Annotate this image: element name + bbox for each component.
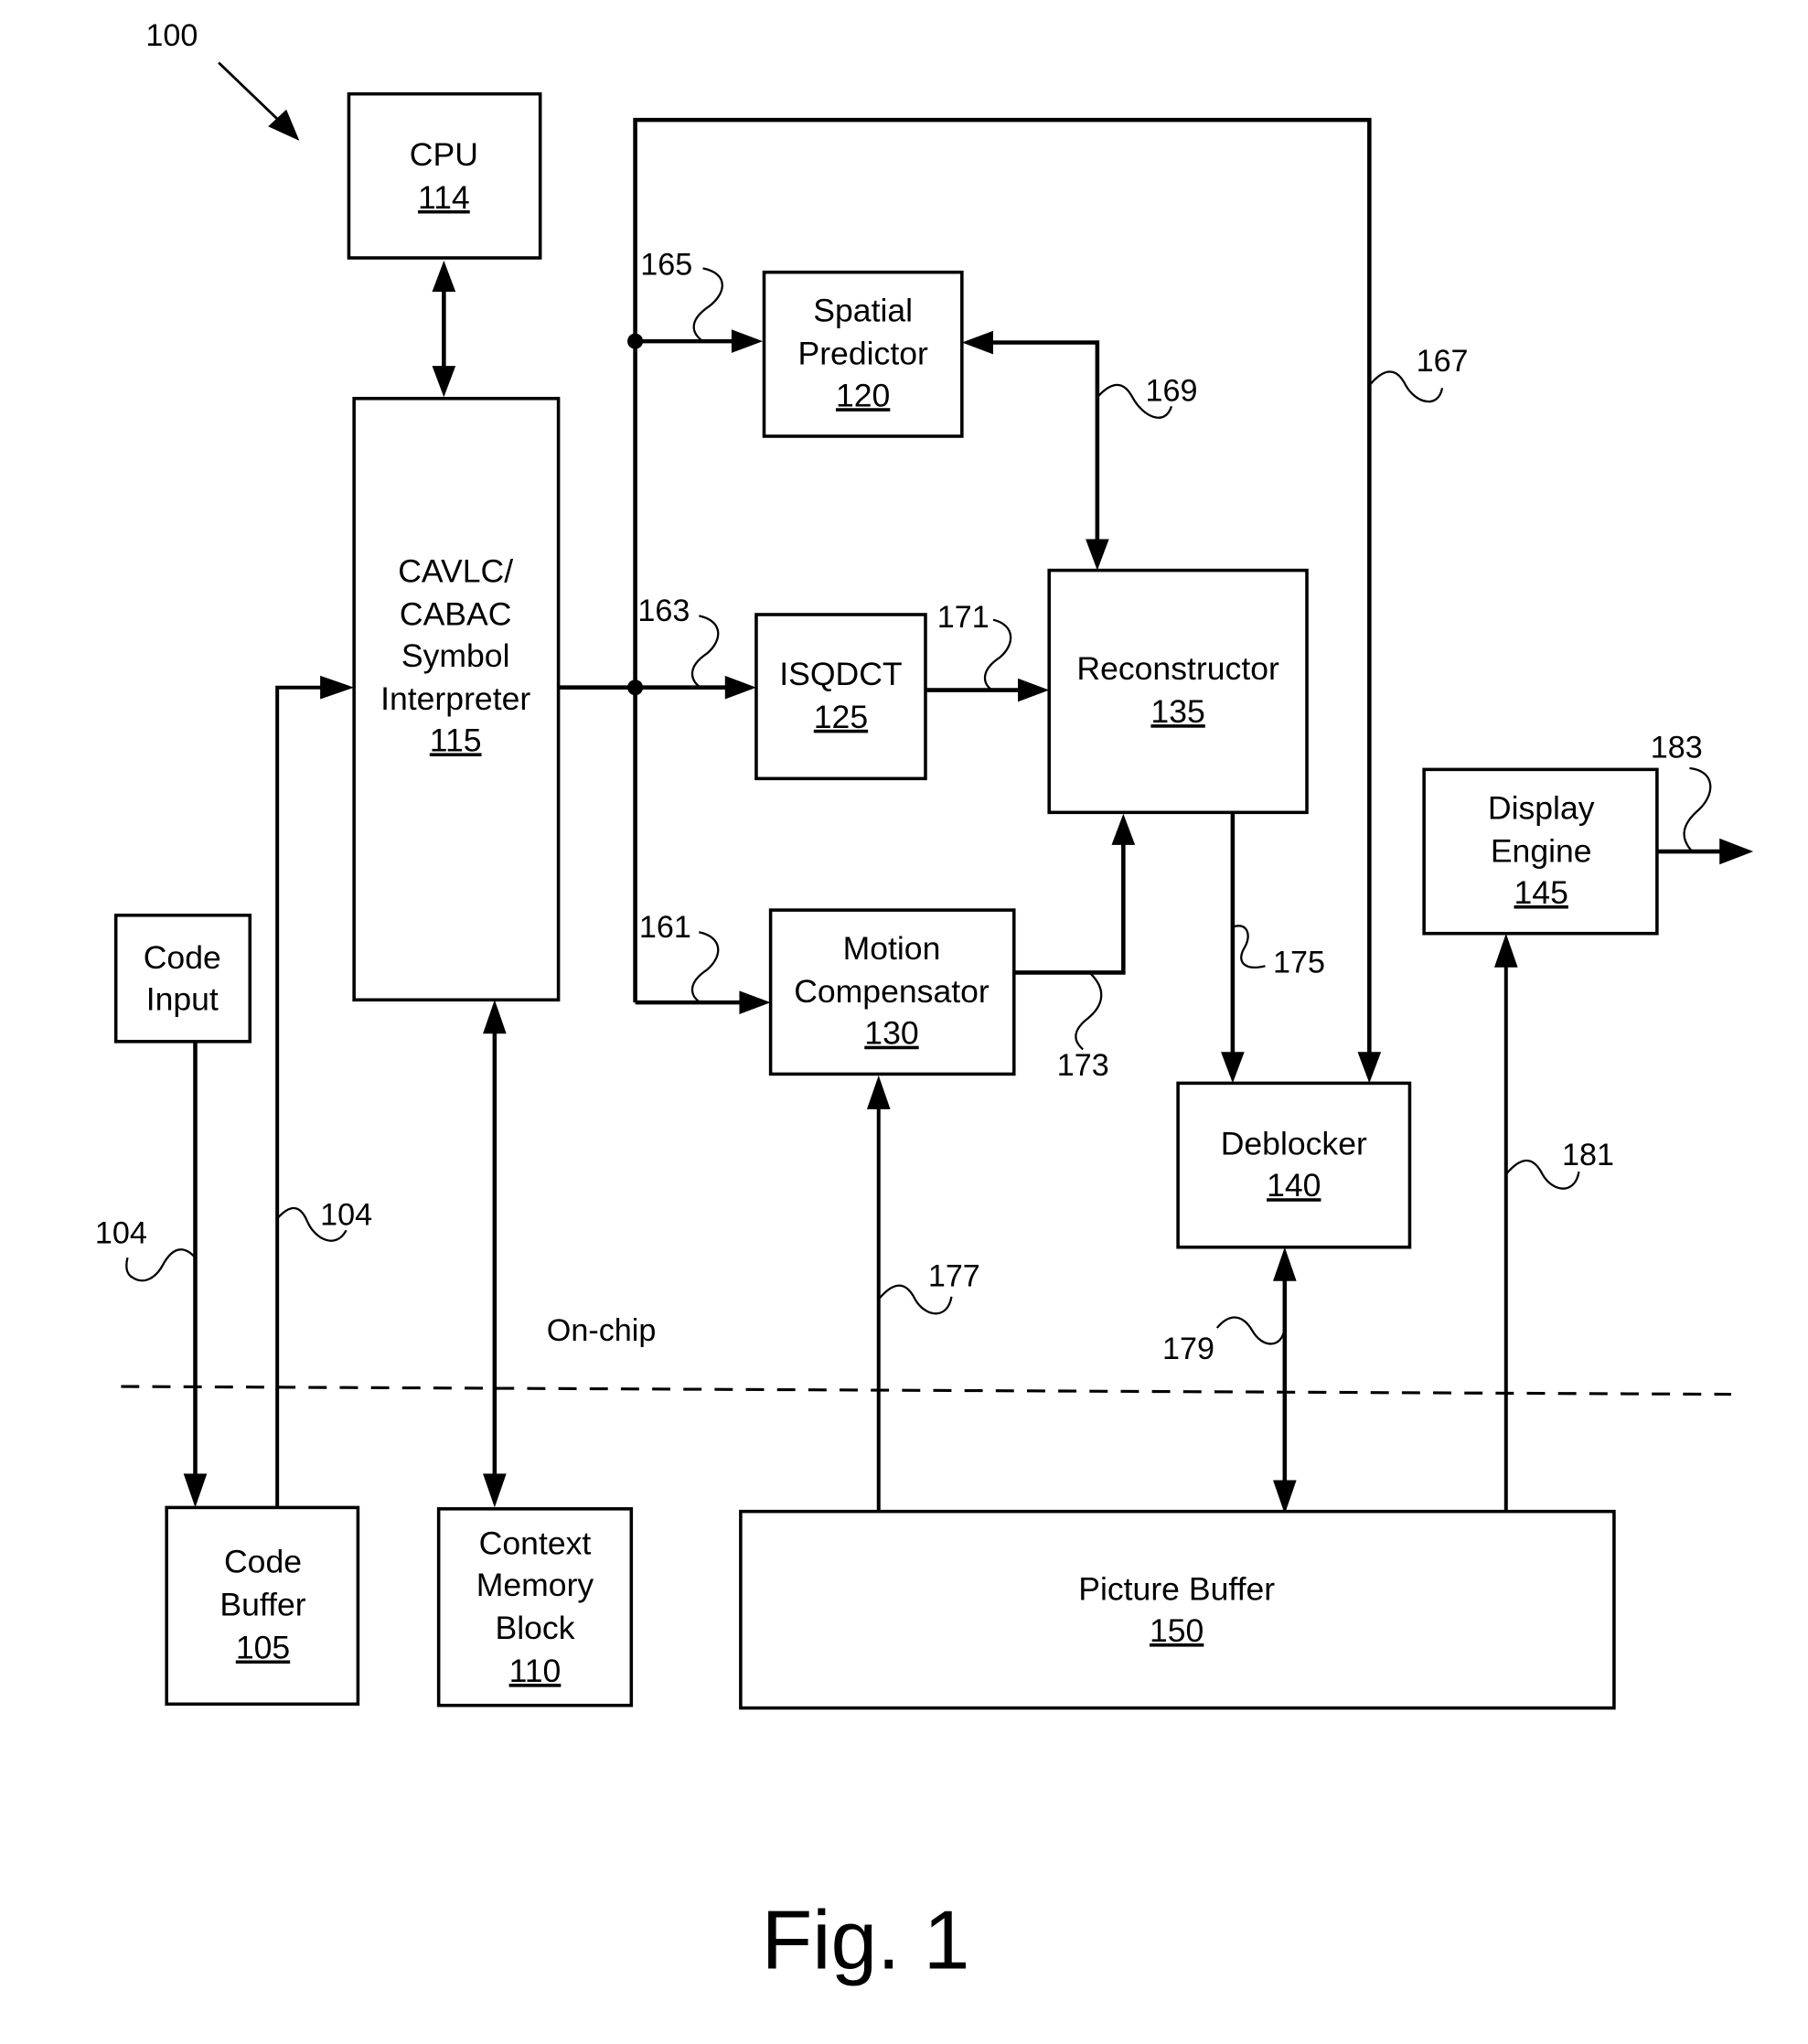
block-ref: 140 xyxy=(1267,1167,1321,1204)
arrowhead xyxy=(1493,933,1518,968)
block-label: CABAC xyxy=(400,595,512,632)
mc-reconstructor-wire xyxy=(1013,843,1126,975)
block-ref: 114 xyxy=(418,179,470,216)
block-ref: 150 xyxy=(1150,1612,1204,1649)
figure-caption: Fig. 1 xyxy=(762,1894,970,1986)
svg-text:169: 169 xyxy=(1146,374,1198,409)
arrowhead xyxy=(731,329,764,353)
code-input-block: Code Input xyxy=(113,914,252,1043)
block-label: Spatial xyxy=(813,293,913,329)
block-diagram: 100 On-chip CPU 114 CAVLC/ CABAC Symbol … xyxy=(95,18,1754,1986)
arrowhead xyxy=(1111,813,1136,845)
svg-text:161: 161 xyxy=(639,910,691,945)
ref-171: 171 xyxy=(937,600,1012,691)
block-label: Input xyxy=(146,981,219,1018)
block-label: Block xyxy=(495,1610,574,1646)
block-label: CAVLC/ xyxy=(398,552,513,589)
block-label: Engine xyxy=(1491,832,1592,869)
ref-165: 165 xyxy=(640,248,723,343)
block-label: Context xyxy=(479,1525,592,1562)
system-ref-label: 100 xyxy=(145,18,198,53)
ref-104-input: 104 xyxy=(95,1215,197,1282)
block-ref: 110 xyxy=(509,1653,562,1689)
cpu-block: CPU 114 xyxy=(347,91,542,260)
block-label: Compensator xyxy=(794,973,990,1010)
svg-text:177: 177 xyxy=(928,1258,980,1293)
arrowhead xyxy=(1221,1052,1245,1084)
block-ref: 105 xyxy=(236,1630,290,1666)
block-ref: 145 xyxy=(1514,874,1568,911)
svg-text:165: 165 xyxy=(640,248,692,283)
ref-167: 167 xyxy=(1368,344,1469,403)
arrowhead xyxy=(724,675,756,700)
ref-179: 179 xyxy=(1162,1316,1286,1366)
block-label: Reconstructor xyxy=(1076,650,1279,687)
reconstructor-block: Reconstructor 135 xyxy=(1047,568,1309,815)
ref-163: 163 xyxy=(637,594,720,689)
spatial-reconstructor-wire xyxy=(989,340,1100,545)
code-buffer-wire xyxy=(275,685,326,1508)
block-label: Deblocker xyxy=(1221,1126,1367,1162)
block-ref: 125 xyxy=(814,699,868,735)
ref-181: 181 xyxy=(1504,1138,1614,1190)
block-label: Motion xyxy=(843,930,941,967)
block-label: CPU xyxy=(410,136,478,173)
arrowhead xyxy=(1719,838,1754,865)
block-label: Code xyxy=(224,1544,302,1580)
block-label: Memory xyxy=(476,1567,594,1603)
on-chip-boundary xyxy=(121,1385,1732,1397)
motion-compensator-block: Motion Compensator 130 xyxy=(768,908,1016,1076)
svg-text:163: 163 xyxy=(637,594,690,628)
arrowhead xyxy=(961,330,993,355)
svg-text:179: 179 xyxy=(1162,1332,1214,1366)
spatial-predictor-block: Spatial Predictor 120 xyxy=(762,270,964,438)
block-label: Display xyxy=(1488,789,1595,826)
svg-text:171: 171 xyxy=(937,600,990,635)
arrowhead xyxy=(866,1075,891,1109)
deblocker-picture-buffer-link xyxy=(1273,1247,1297,1514)
block-label: Code xyxy=(144,939,221,976)
cpu-interpreter-link xyxy=(432,260,456,398)
ref-104-buffer: 104 xyxy=(276,1198,372,1242)
block-ref: 120 xyxy=(836,377,890,413)
block-label: Picture Buffer xyxy=(1078,1570,1275,1607)
system-ref-arrow xyxy=(218,61,300,141)
ref-169: 169 xyxy=(1097,374,1198,419)
svg-text:181: 181 xyxy=(1562,1138,1614,1172)
arrowhead xyxy=(320,675,355,700)
picture-buffer-block: Picture Buffer 150 xyxy=(739,1509,1616,1710)
ref-177: 177 xyxy=(877,1258,980,1315)
svg-text:175: 175 xyxy=(1273,945,1325,979)
context-memory-block: Context Memory Block 110 xyxy=(436,1507,634,1707)
deblocker-block: Deblocker 140 xyxy=(1176,1081,1412,1249)
block-label: Interpreter xyxy=(380,680,530,717)
svg-text:173: 173 xyxy=(1057,1048,1109,1083)
display-engine-block: Display Engine 145 xyxy=(1422,767,1659,936)
deblocker-input-arrowhead xyxy=(1357,1052,1382,1084)
arrowhead xyxy=(739,990,771,1014)
block-label: Buffer xyxy=(219,1587,305,1623)
ref-173: 173 xyxy=(1057,973,1109,1083)
block-ref: 135 xyxy=(1150,693,1204,730)
on-chip-label: On-chip xyxy=(547,1313,657,1348)
arrowhead xyxy=(1018,678,1050,702)
svg-text:183: 183 xyxy=(1651,731,1703,765)
svg-text:167: 167 xyxy=(1417,344,1469,379)
block-ref: 115 xyxy=(430,722,482,758)
svg-text:104: 104 xyxy=(95,1215,147,1250)
code-buffer-block: Code Buffer 105 xyxy=(165,1505,360,1707)
ref-183: 183 xyxy=(1651,731,1712,852)
arrowhead xyxy=(183,1473,208,1508)
ref-175: 175 xyxy=(1232,925,1325,979)
context-memory-link xyxy=(483,1000,507,1508)
block-label: ISQDCT xyxy=(779,656,902,692)
symbol-interpreter-block: CAVLC/ CABAC Symbol Interpreter 115 xyxy=(352,396,561,1002)
isqdct-block: ISQDCT 125 xyxy=(754,613,927,781)
svg-text:104: 104 xyxy=(320,1198,372,1233)
arrowhead xyxy=(1086,539,1109,571)
block-ref: 130 xyxy=(864,1015,918,1052)
ref-161: 161 xyxy=(639,910,720,1004)
block-label: Symbol xyxy=(401,637,510,674)
block-label: Predictor xyxy=(797,336,928,372)
